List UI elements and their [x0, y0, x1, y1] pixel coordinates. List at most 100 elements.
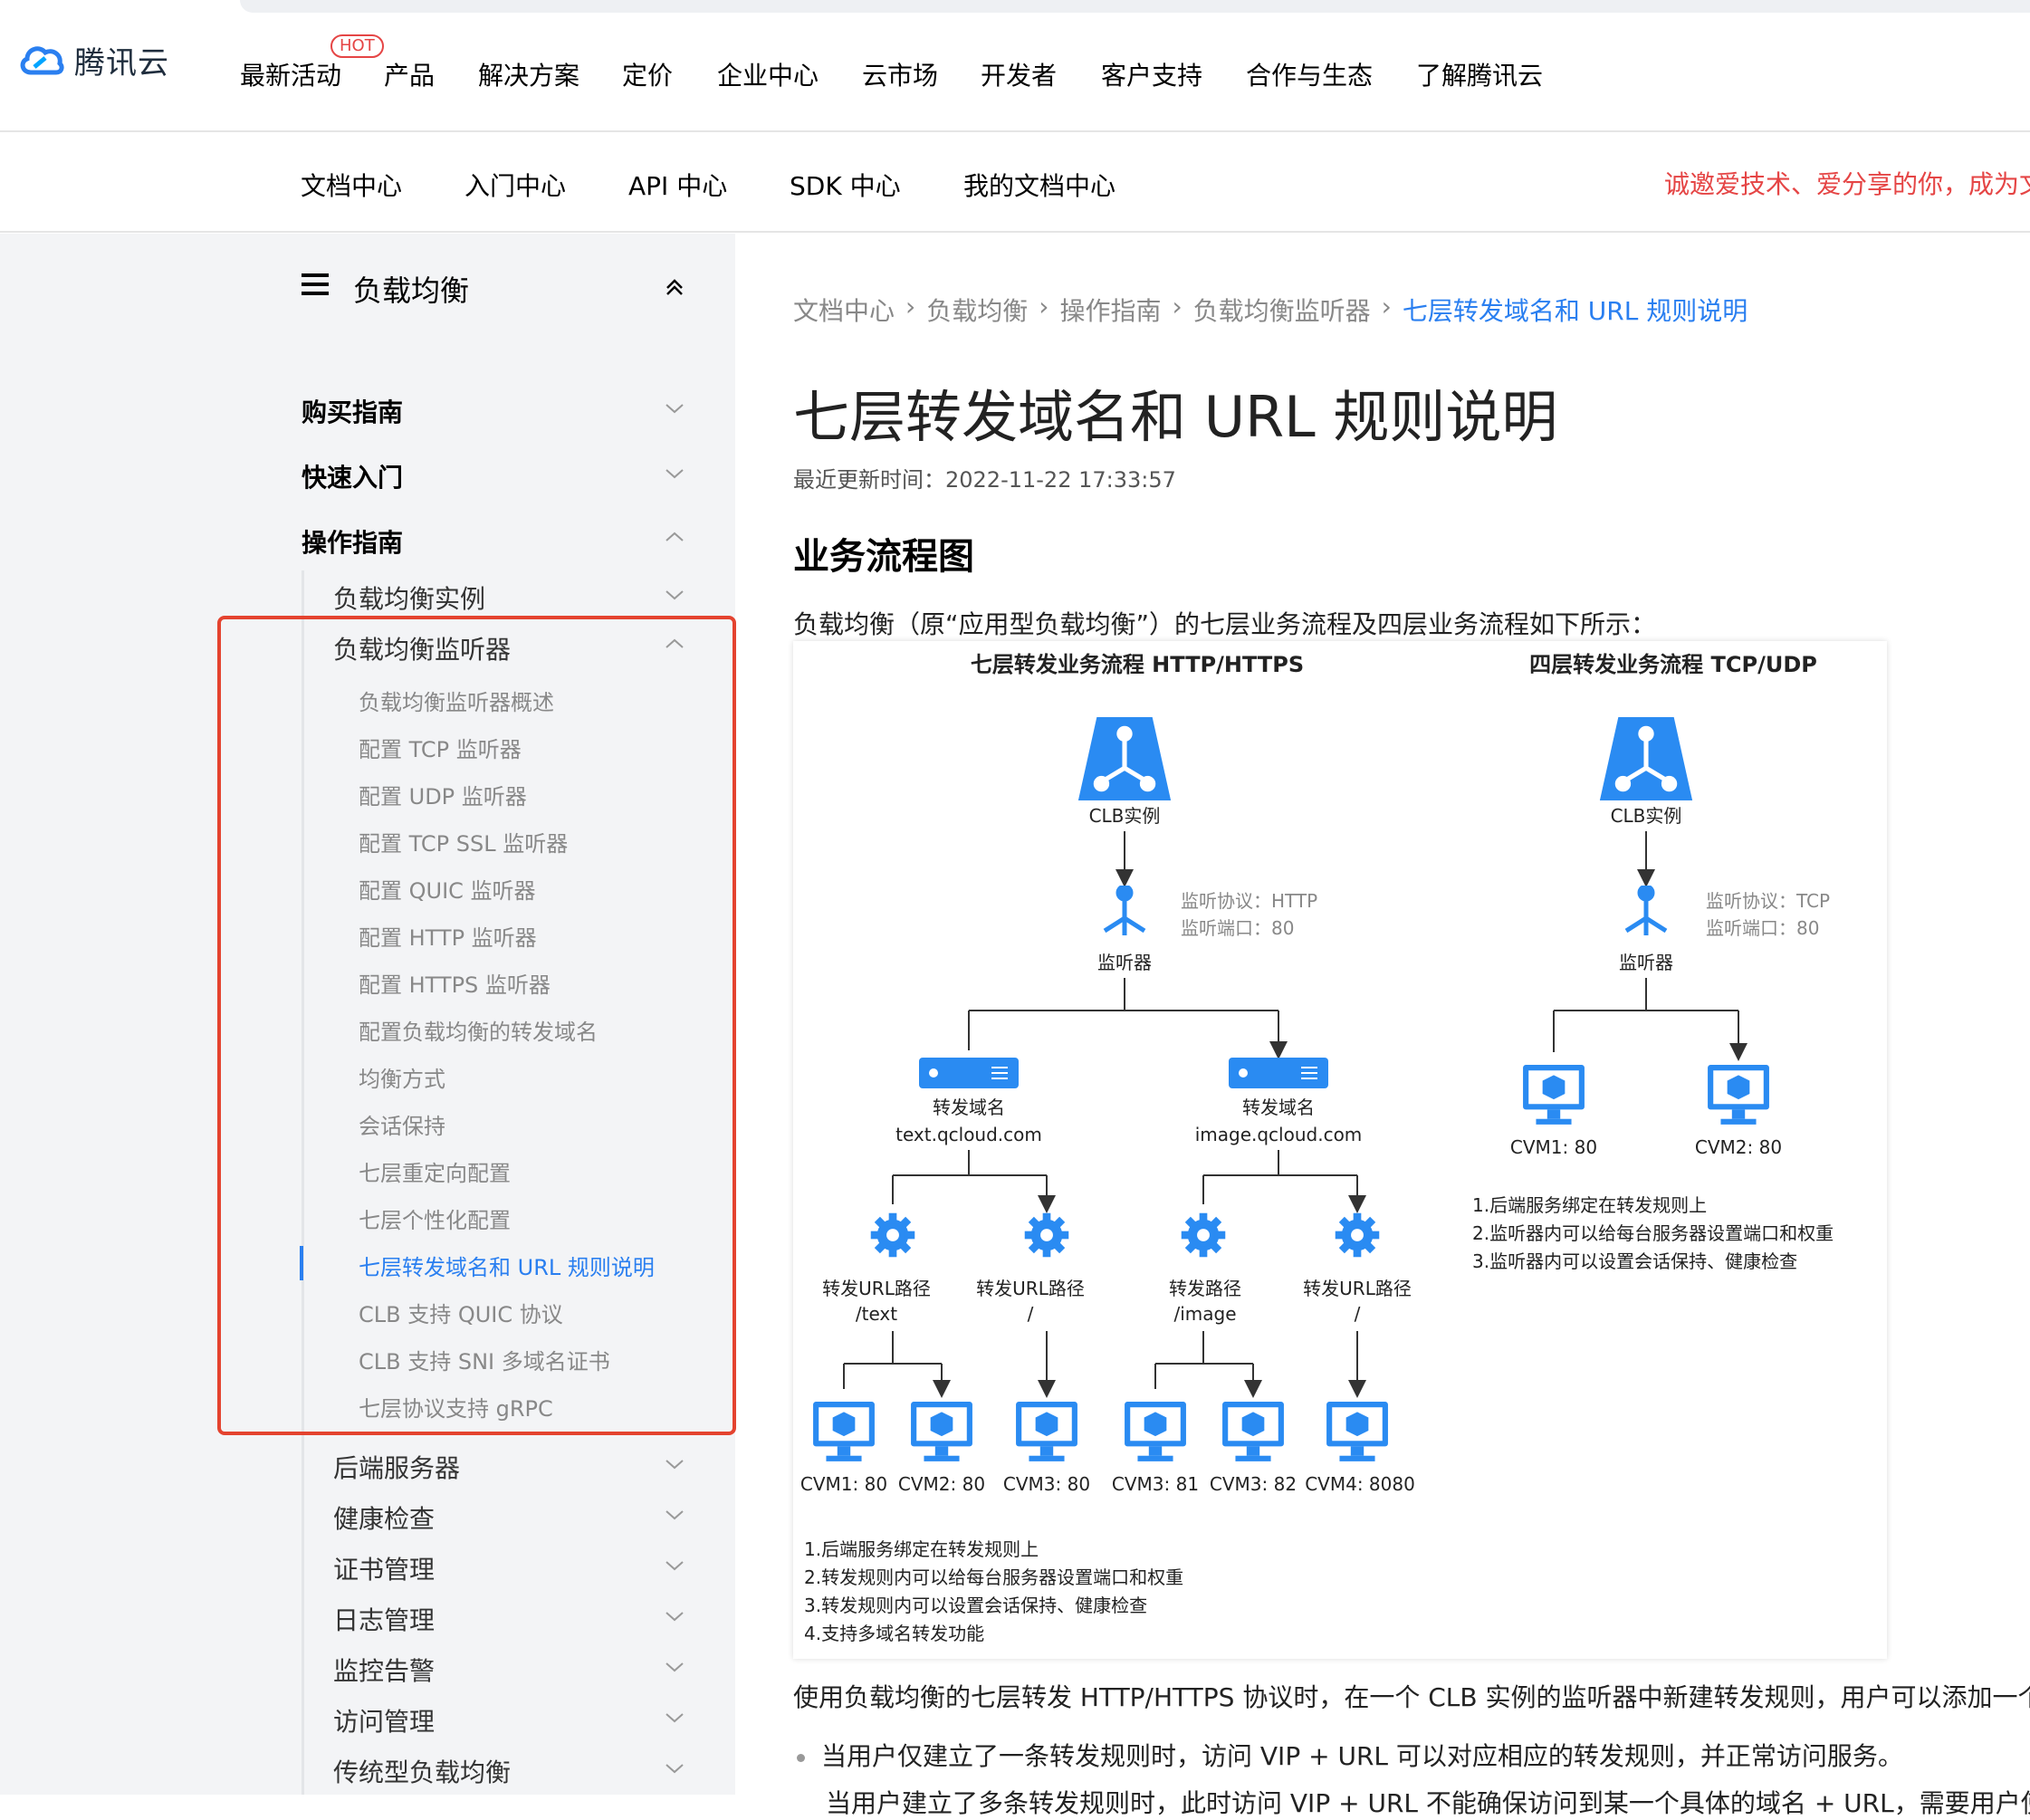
sidebar-item-health[interactable]: 健康检查	[333, 1499, 435, 1536]
cvm-label: CVM2: 80	[898, 1473, 985, 1495]
nav-solutions[interactable]: 解决方案	[478, 56, 579, 92]
sidebar-item-access[interactable]: 访问管理	[333, 1702, 435, 1739]
breadcrumb: 文档中心 › 负载均衡 › 操作指南 › 负载均衡监听器 › 七层转发域名和 URL 规…	[793, 292, 1748, 328]
chevron-down-icon[interactable]	[665, 1606, 685, 1626]
tencent-cloud-logo[interactable]: 腾讯云	[18, 34, 169, 85]
gear-icon	[1181, 1212, 1226, 1258]
cvm-icon	[1523, 1065, 1585, 1125]
nav-pricing[interactable]: 定价	[622, 56, 673, 92]
subnav-api-center[interactable]: API 中心	[628, 167, 727, 203]
chevron-down-icon[interactable]	[665, 1556, 685, 1576]
breadcrumb-item[interactable]: 操作指南	[1059, 292, 1161, 328]
chevron-down-icon[interactable]	[665, 1708, 685, 1728]
breadcrumb-item[interactable]: 负载均衡	[926, 292, 1028, 328]
chevron-right-icon: ›	[1172, 292, 1183, 321]
list-item: 当用户建立了多条转发规则时，此时访问 VIP + URL 不能确保访问到某一个具…	[826, 1788, 2030, 1818]
nav-support[interactable]: 客户支持	[1101, 56, 1202, 92]
cvm-icon	[1708, 1065, 1769, 1125]
brand-name: 腾讯云	[74, 44, 169, 81]
sidebar-item-quick-start[interactable]: 快速入门	[302, 458, 403, 494]
chevron-down-icon[interactable]	[665, 398, 685, 418]
sidebar-item-cert[interactable]: 证书管理	[333, 1550, 435, 1586]
cvm-label: CVM3: 81	[1112, 1473, 1199, 1495]
l7-port: 监听端口：80	[1181, 917, 1294, 939]
hot-badge: HOT	[330, 34, 384, 58]
l4-port: 监听端口：80	[1706, 917, 1819, 939]
clb-icon	[1600, 717, 1692, 800]
subnav-my-docs[interactable]: 我的文档中心	[963, 167, 1116, 203]
listener-label: 监听器	[1097, 952, 1152, 973]
sidebar-item-classic[interactable]: 传统型负载均衡	[333, 1753, 511, 1789]
intro-paragraph: 负载均衡（原“应用型负载均衡”）的七层业务流程及四层业务流程如下所示：	[793, 609, 1657, 639]
nav-marketplace[interactable]: 云市场	[862, 56, 938, 92]
cvm-label: CVM2: 80	[1695, 1136, 1782, 1158]
breadcrumb-current: 七层转发域名和 URL 规则说明	[1402, 296, 1748, 326]
gear-icon	[1335, 1212, 1380, 1258]
l4-note: 1.后端服务绑定在转发规则上	[1472, 1194, 1707, 1216]
page-title: 七层转发域名和 URL 规则说明	[793, 384, 1558, 450]
sidebar-item-operation-guide[interactable]: 操作指南	[302, 523, 403, 560]
breadcrumb-item[interactable]: 负载均衡监听器	[1193, 292, 1371, 328]
domain-icon	[1229, 1058, 1328, 1088]
promo-banner[interactable]: 诚邀爱技术、爱分享的你，成为文	[1664, 165, 2030, 201]
browser-strip	[0, 0, 2030, 22]
l4-note: 2.监听器内可以给每台服务器设置端口和权重	[1472, 1222, 1834, 1244]
l4-note: 3.监听器内可以设置会话保持、健康检查	[1472, 1250, 1797, 1272]
breadcrumb-item[interactable]: 文档中心	[793, 292, 895, 328]
nav-latest-events[interactable]: 最新活动	[240, 56, 341, 92]
sidebar-item-purchase-guide[interactable]: 购买指南	[302, 393, 403, 429]
l7-protocol: 监听协议：HTTP	[1181, 890, 1317, 912]
path-value: /	[1355, 1303, 1361, 1325]
chevron-down-icon[interactable]	[665, 1657, 685, 1677]
chevron-down-icon[interactable]	[665, 1454, 685, 1474]
chevron-right-icon: ›	[1039, 292, 1049, 321]
sidebar-item-lb-instance[interactable]: 负载均衡实例	[333, 580, 485, 616]
chevron-down-icon[interactable]	[665, 585, 685, 605]
path-value: /text	[856, 1303, 897, 1325]
sidebar-item-monitor[interactable]: 监控告警	[333, 1652, 435, 1688]
chevron-down-icon[interactable]	[665, 1505, 685, 1525]
sidebar-item-backend[interactable]: 后端服务器	[333, 1449, 460, 1485]
sidebar-item-log[interactable]: 日志管理	[333, 1601, 435, 1637]
path-label: 转发URL路径	[822, 1278, 931, 1299]
nav-developer[interactable]: 开发者	[981, 56, 1057, 92]
l7-note: 2.转发规则内可以给每台服务器设置端口和权重	[804, 1566, 1183, 1588]
path-value: /	[1028, 1303, 1034, 1325]
chevron-down-icon[interactable]	[665, 464, 685, 484]
nav-partners[interactable]: 合作与生态	[1246, 56, 1373, 92]
list-item: 当用户仅建立了一条转发规则时，访问 VIP + URL 可以对应相应的转发规则，…	[797, 1737, 1903, 1773]
chevron-right-icon: ›	[905, 292, 916, 321]
domain-label: 转发域名	[1242, 1097, 1315, 1118]
menu-icon[interactable]	[302, 273, 329, 295]
chevron-down-icon[interactable]	[665, 1758, 685, 1778]
cloud-logo-icon	[20, 46, 64, 75]
cvm-icon	[911, 1402, 972, 1461]
path-label: 转发URL路径	[976, 1278, 1085, 1299]
nav-enterprise[interactable]: 企业中心	[717, 56, 819, 92]
gear-icon	[1024, 1212, 1069, 1258]
sidebar-title: 负载均衡	[353, 273, 470, 308]
chevron-up-icon[interactable]	[665, 527, 685, 547]
body-paragraph: 使用负载均衡的七层转发 HTTP/HTTPS 协议时，在一个 CLB 实例的监听…	[793, 1682, 2030, 1712]
cvm-icon	[1016, 1402, 1077, 1461]
path-label: 转发URL路径	[1303, 1278, 1412, 1299]
domain-label: 转发域名	[933, 1097, 1005, 1118]
subnav-sdk-center[interactable]: SDK 中心	[790, 167, 901, 203]
cvm-label: CVM4: 8080	[1305, 1473, 1415, 1495]
nav-products[interactable]: 产品	[384, 56, 435, 92]
highlight-box	[217, 616, 736, 1435]
cvm-label: CVM3: 82	[1210, 1473, 1297, 1495]
path-label: 转发路径	[1169, 1278, 1241, 1299]
listener-label: 监听器	[1619, 952, 1673, 973]
path-value: /image	[1173, 1303, 1236, 1325]
cvm-icon	[1222, 1402, 1284, 1461]
subnav-doc-center[interactable]: 文档中心	[301, 167, 402, 203]
l4-protocol: 监听协议：TCP	[1706, 890, 1830, 912]
l4-title: 四层转发业务流程 TCP/UDP	[1529, 652, 1817, 677]
cvm-icon	[1326, 1402, 1388, 1461]
chevron-up-icon[interactable]	[665, 277, 685, 297]
subnav-getting-started[interactable]: 入门中心	[464, 167, 566, 203]
l7-note: 3.转发规则内可以设置会话保持、健康检查	[804, 1595, 1147, 1616]
nav-about[interactable]: 了解腾讯云	[1416, 56, 1543, 92]
last-updated: 最近更新时间：2022-11-22 17:33:57	[793, 467, 1176, 493]
